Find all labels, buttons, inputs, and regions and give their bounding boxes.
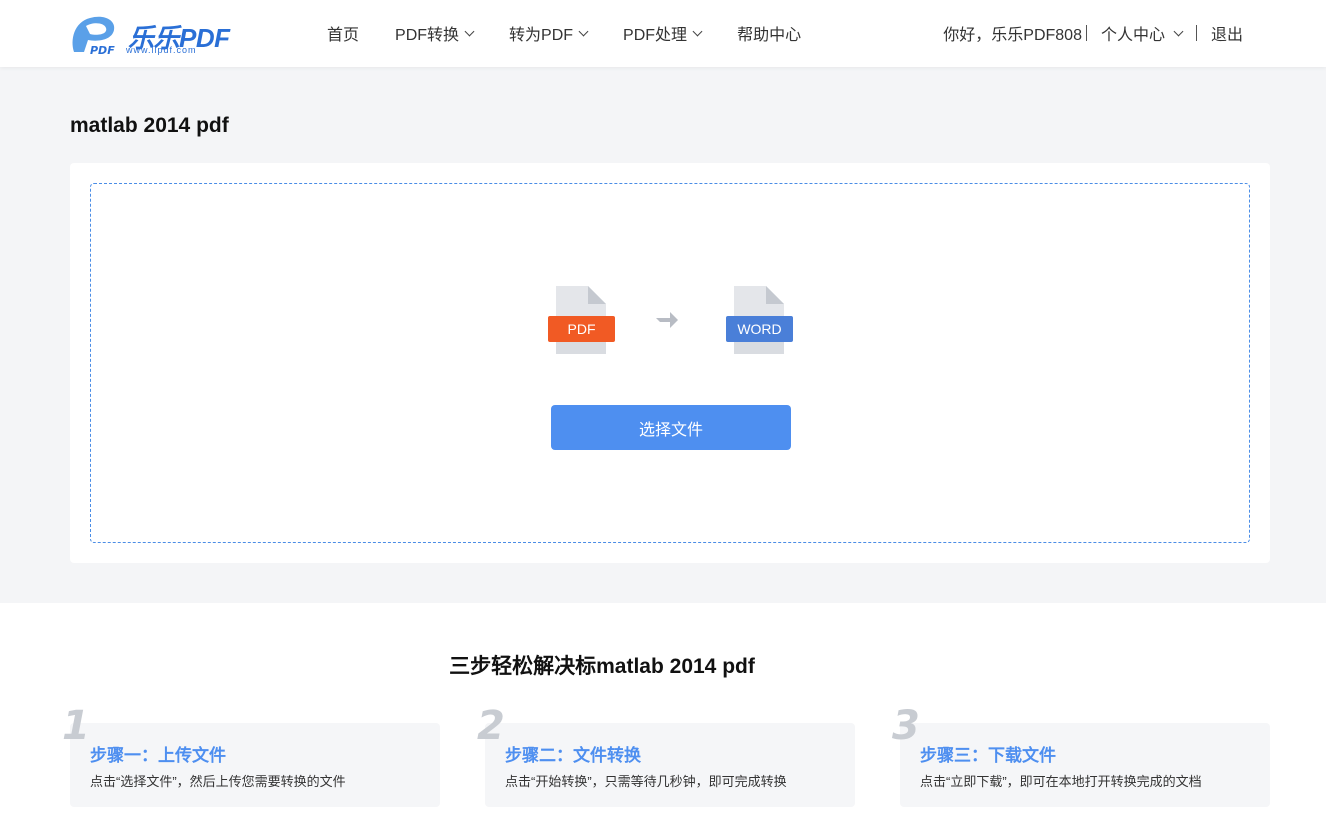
nav-help-center[interactable]: 帮助中心 <box>737 21 801 45</box>
logo-icon: PDF <box>72 16 115 57</box>
nav-home[interactable]: 首页 <box>327 21 359 45</box>
user-greeting: 你好，乐乐PDF808 <box>943 27 1082 44</box>
nav-home-label: 首页 <box>327 27 360 44</box>
nav-to-pdf-label: 转为PDF <box>509 27 574 44</box>
logo[interactable]: PDF 乐乐PDF www.llpdf.com <box>68 12 233 57</box>
step-title: 步骤一：上传文件 <box>90 746 226 765</box>
step-description: 点击“开始转换”，只需等待几秒钟，即可完成转换 <box>505 774 787 789</box>
step-description: 点击“立即下载”，即可在本地打开转换完成的文档 <box>920 774 1202 789</box>
step-title: 步骤三：下载文件 <box>920 746 1056 765</box>
step-card: 1 步骤一：上传文件 点击“选择文件”，然后上传您需要转换的文件 <box>62 703 440 807</box>
main-nav: 首页 PDF转换 转为PDF PDF处理 帮助中心 <box>327 21 837 45</box>
chevron-down-icon <box>578 26 589 36</box>
user-center-label: 个人中心 <box>1100 27 1165 44</box>
divider <box>1195 25 1197 41</box>
step-card: 3 步骤三：下载文件 点击“立即下载”，即可在本地打开转换完成的文档 <box>892 703 1270 807</box>
pdf-file-icon: PDF <box>548 286 615 354</box>
user-center-menu[interactable]: 个人中心 <box>1100 21 1184 45</box>
choose-file-button[interactable]: 选择文件 <box>551 405 791 450</box>
word-file-icon: WORD <box>726 286 793 354</box>
chevron-down-icon <box>464 26 475 36</box>
step-number: 3 <box>892 703 920 749</box>
divider <box>1085 25 1087 41</box>
arrow-right-icon <box>656 312 678 328</box>
nav-pdf-convert-label: PDF转换 <box>395 27 460 44</box>
nav-help-center-label: 帮助中心 <box>737 27 802 44</box>
logout-link[interactable]: 退出 <box>1211 21 1243 45</box>
steps-title: 三步轻松解决标matlab 2014 pdf <box>449 655 755 678</box>
top-header: PDF 乐乐PDF www.llpdf.com 首页 PDF转换 转为PDF P… <box>0 0 1326 67</box>
nav-pdf-process[interactable]: PDF处理 <box>623 21 703 45</box>
pdf-badge-label: PDF <box>568 321 596 337</box>
word-badge-label: WORD <box>737 321 781 337</box>
file-dropzone[interactable]: PDF WORD 选择文件 <box>90 183 1250 543</box>
page-title: matlab 2014 pdf <box>70 114 229 137</box>
chevron-down-icon <box>692 26 703 36</box>
svg-text:PDF: PDF <box>90 44 115 56</box>
step-title: 步骤二：文件转换 <box>505 746 641 765</box>
nav-pdf-process-label: PDF处理 <box>623 27 688 44</box>
nav-to-pdf[interactable]: 转为PDF <box>509 21 589 45</box>
upload-card: PDF WORD 选择文件 <box>70 163 1270 563</box>
conversion-illustration: PDF WORD <box>548 284 798 358</box>
step-description: 点击“选择文件”，然后上传您需要转换的文件 <box>90 774 346 789</box>
step-card: 2 步骤二：文件转换 点击“开始转换”，只需等待几秒钟，即可完成转换 <box>477 703 855 807</box>
nav-pdf-convert[interactable]: PDF转换 <box>395 21 475 45</box>
logo-url: www.llpdf.com <box>126 45 197 55</box>
step-number: 1 <box>62 703 90 749</box>
chevron-down-icon <box>1173 26 1184 36</box>
steps-section: 三步轻松解决标matlab 2014 pdf 1 步骤一：上传文件 点击“选择文… <box>0 603 1326 833</box>
step-number: 2 <box>477 703 505 749</box>
user-area: 你好，乐乐PDF808 个人中心 退出 <box>943 21 1243 45</box>
